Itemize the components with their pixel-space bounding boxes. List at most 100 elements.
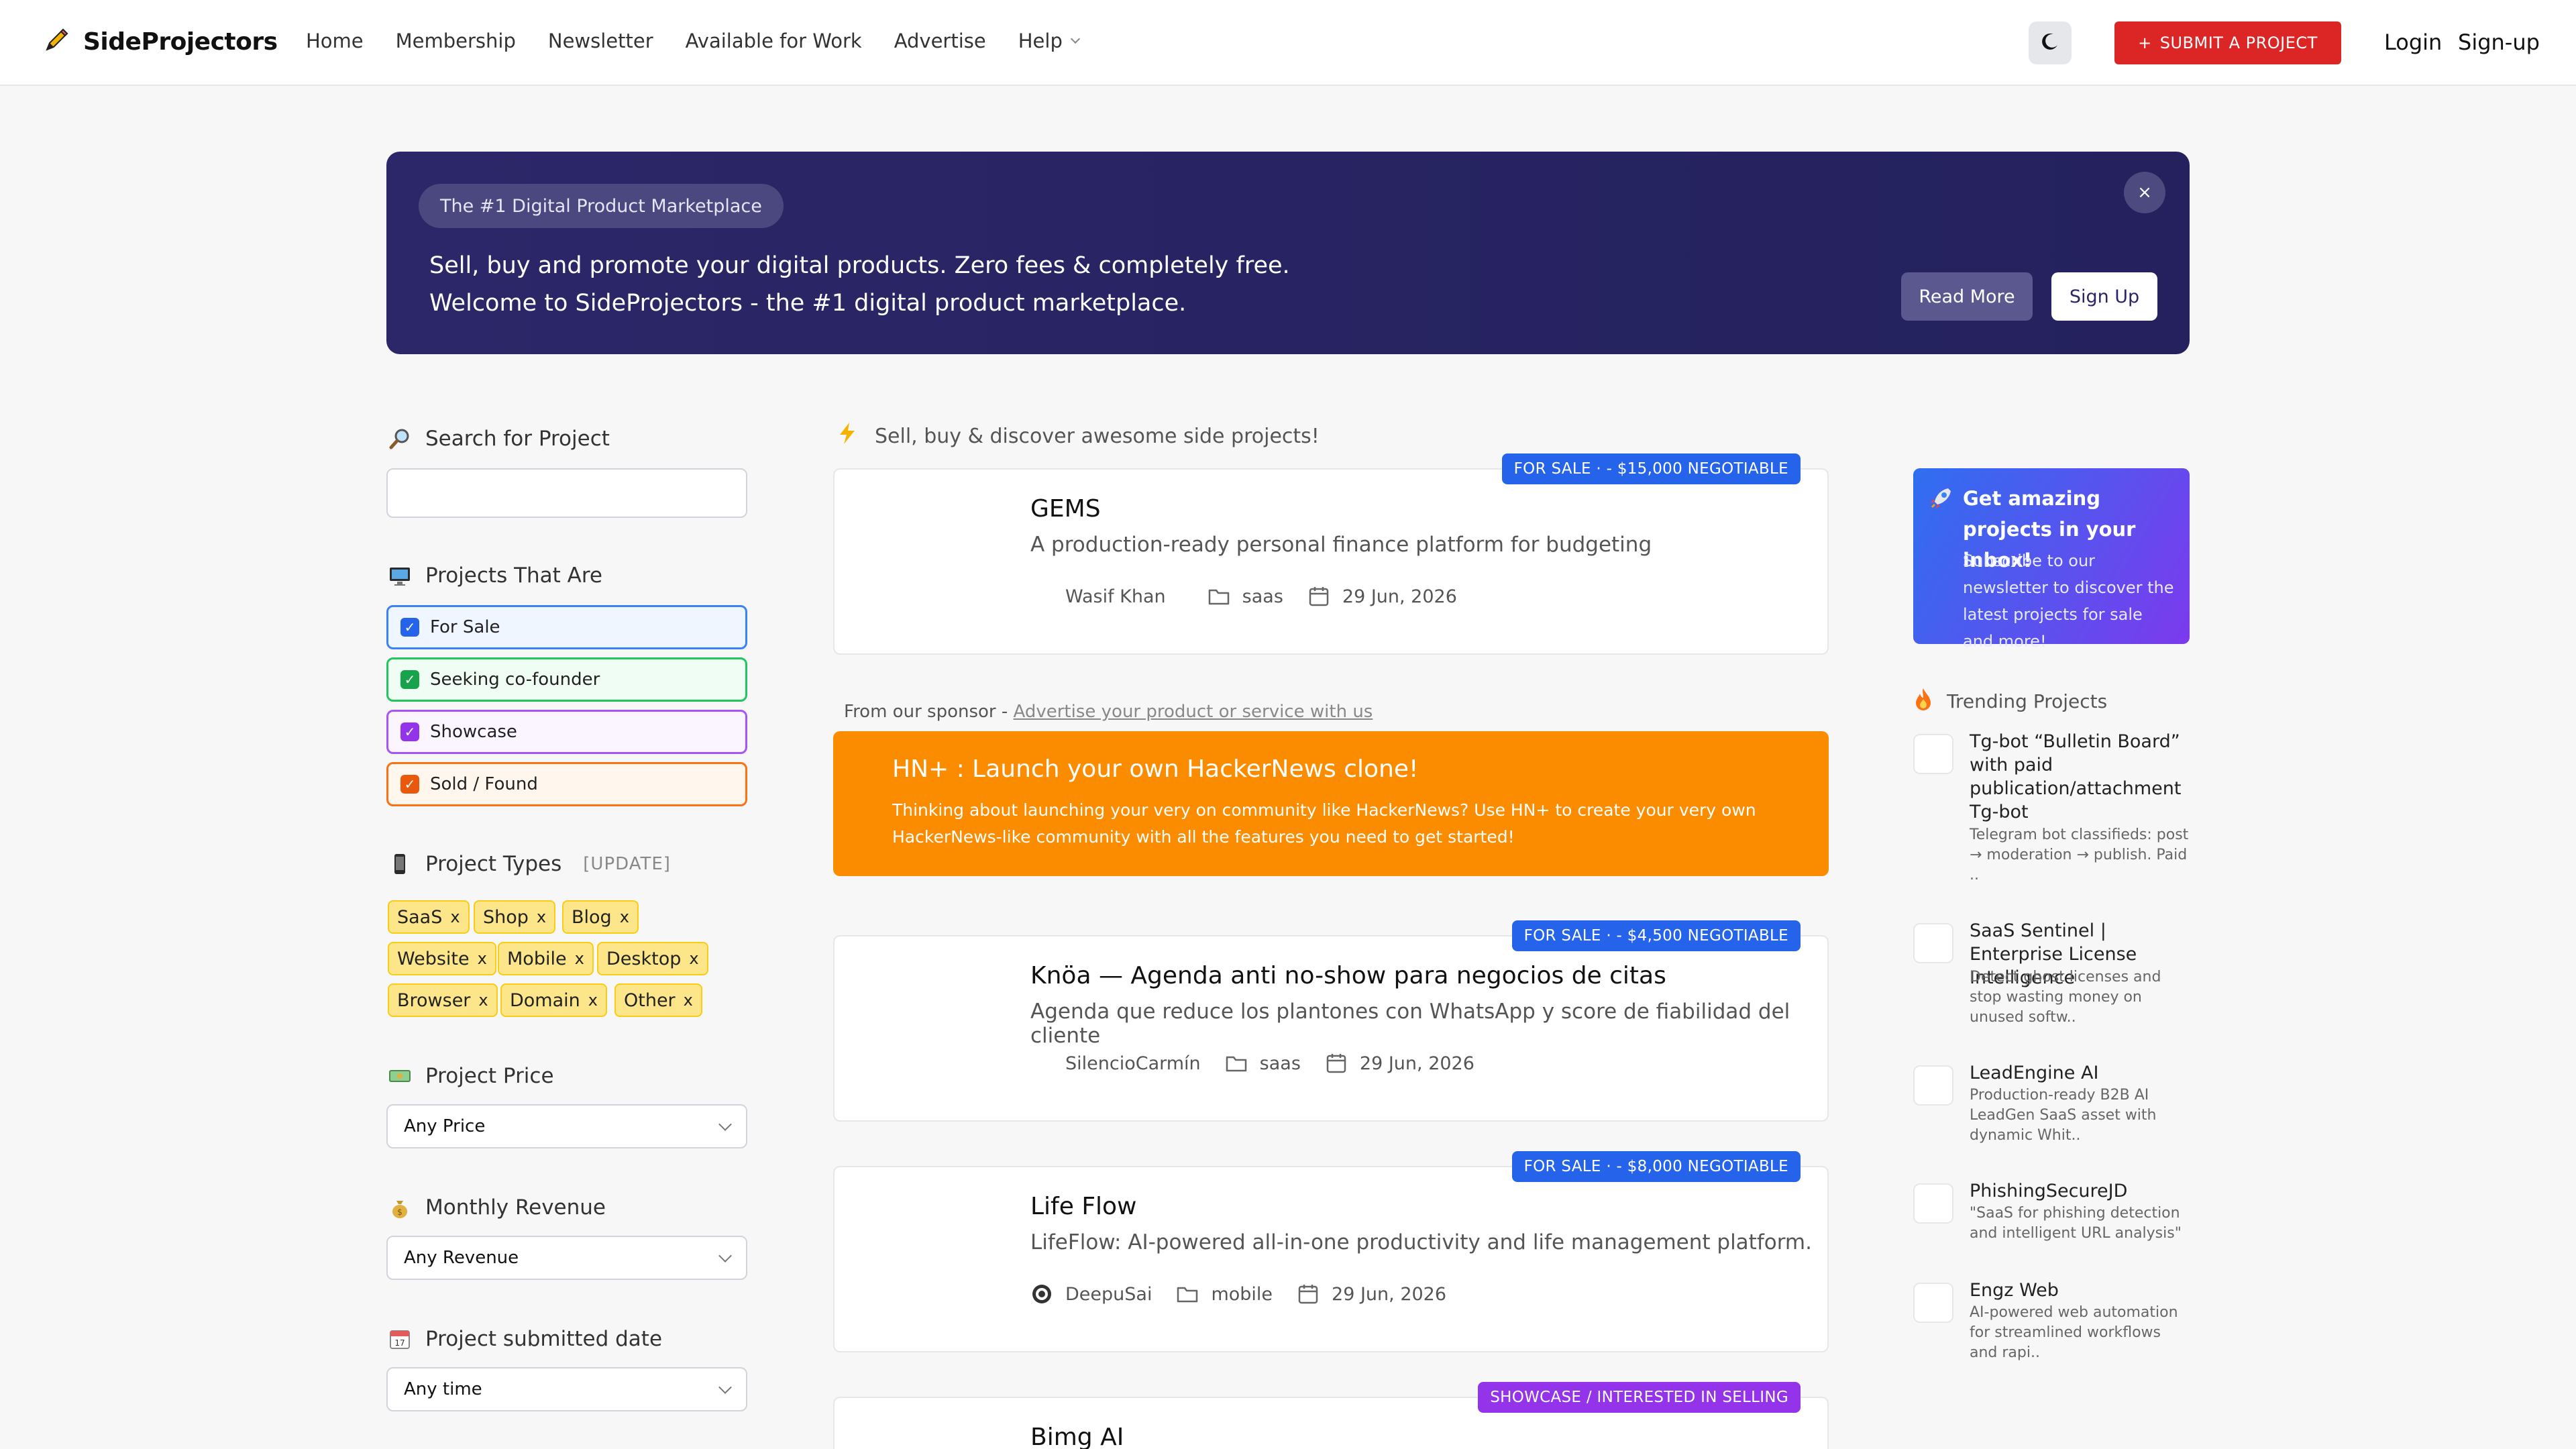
tag-saas[interactable]: SaaS x [388, 900, 470, 934]
project-title[interactable]: Life Flow [1030, 1193, 1137, 1220]
revenue-title-text: Monthly Revenue [425, 1195, 606, 1220]
tag-domain[interactable]: Domain x [500, 983, 607, 1017]
tag-label: Desktop [606, 948, 682, 969]
tag-browser[interactable]: Browser x [388, 983, 498, 1017]
tag-mobile[interactable]: Mobile x [498, 942, 594, 975]
project-title[interactable]: Bimg AI [1030, 1424, 1124, 1449]
project-category[interactable]: mobile [1211, 1284, 1273, 1305]
types-update-link[interactable]: [UPDATE] [583, 854, 671, 874]
status-section-title: Projects That Are [386, 562, 602, 589]
tag-website[interactable]: Website x [388, 942, 496, 975]
tag-label: SaaS [397, 906, 443, 928]
filter-seeking-cofounder[interactable]: ✓ Seeking co-founder [386, 657, 747, 702]
sponsor-title[interactable]: HN+ : Launch your own HackerNews clone! [892, 755, 1418, 783]
close-icon[interactable]: × [2124, 172, 2165, 213]
advertise-link[interactable]: Advertise your product or service with u… [1014, 702, 1373, 722]
trending-description: AI-powered web automation for streamline… [1970, 1304, 2178, 1361]
filter-showcase[interactable]: ✓ Showcase [386, 710, 747, 754]
hero-banner: The #1 Digital Product Marketplace Sell,… [386, 152, 2190, 354]
trending-name[interactable]: LeadEngine AI [1970, 1061, 2191, 1085]
project-category[interactable]: saas [1242, 586, 1283, 607]
tag-label: Website [397, 948, 470, 969]
trending-title: Trending Projects [1913, 687, 2107, 716]
project-author[interactable]: DeepuSai [1065, 1284, 1152, 1305]
status-badge: SHOWCASE / INTERESTED IN SELLING [1478, 1382, 1801, 1413]
project-date: 29 Jun, 2026 [1342, 586, 1457, 607]
read-more-button[interactable]: Read More [1901, 272, 2033, 321]
calendar-icon [1325, 1052, 1348, 1075]
submit-project-button[interactable]: + SUBMIT A PROJECT [2114, 21, 2341, 64]
project-card[interactable]: FOR SALE · - $4,500 NEGOTIABLE Knöa — Ag… [833, 920, 1829, 1122]
project-search-input[interactable] [386, 468, 747, 518]
tag-remove-icon[interactable]: x [478, 991, 488, 1010]
signup-link[interactable]: Sign-up [2458, 30, 2540, 55]
date-section-title: 17 Project submitted date [386, 1326, 662, 1352]
calendar-icon [1307, 585, 1330, 608]
price-select[interactable]: Any Price [386, 1104, 747, 1148]
project-title[interactable]: GEMS [1030, 495, 1101, 523]
filter-for-sale[interactable]: ✓ For Sale [386, 605, 747, 649]
tag-label: Domain [510, 989, 580, 1011]
rocket-icon [1928, 486, 1953, 514]
revenue-section-title: $ Monthly Revenue [386, 1194, 606, 1221]
tag-remove-icon[interactable]: x [684, 991, 693, 1010]
tag-remove-icon[interactable]: x [689, 949, 698, 968]
tag-blog[interactable]: Blog x [562, 900, 639, 934]
revenue-select-value: Any Revenue [404, 1248, 519, 1268]
project-author[interactable]: SilencioCarmín [1065, 1053, 1201, 1074]
tag-desktop[interactable]: Desktop x [597, 942, 708, 975]
newsletter-description: Subscribe to our newsletter to discover … [1963, 551, 2174, 651]
dark-mode-toggle[interactable] [2029, 21, 2072, 64]
avatar [1030, 1283, 1053, 1305]
brand-logo[interactable]: SideProjectors [42, 25, 278, 58]
project-title[interactable]: Knöa — Agenda anti no-show para negocios… [1030, 962, 1666, 989]
tag-shop[interactable]: Shop x [474, 900, 556, 934]
hero-pill: The #1 Digital Product Marketplace [419, 184, 784, 228]
chevron-down-icon [718, 1118, 732, 1131]
project-category[interactable]: saas [1260, 1053, 1301, 1074]
trending-description: Detect ghost licenses and stop wasting m… [1970, 969, 2161, 1026]
tag-remove-icon[interactable]: x [478, 949, 487, 968]
nav-newsletter[interactable]: Newsletter [548, 30, 653, 52]
project-date: 29 Jun, 2026 [1359, 1053, 1474, 1074]
nav-membership[interactable]: Membership [396, 30, 516, 52]
price-section-title: Project Price [386, 1063, 554, 1089]
avatar [1030, 1052, 1053, 1075]
tag-remove-icon[interactable]: x [575, 949, 584, 968]
trending-name[interactable]: Engz Web [1970, 1279, 2191, 1302]
trending-name[interactable]: PhishingSecureJD [1970, 1179, 2191, 1203]
types-section-title: Project Types [UPDATE] [386, 851, 671, 877]
newsletter-promo[interactable]: Get amazing projects in your inbox! Subs… [1913, 468, 2190, 651]
tag-remove-icon[interactable]: x [620, 908, 629, 926]
feed-title: Sell, buy & discover awesome side projec… [837, 421, 1320, 451]
trending-description: Production-ready B2B AI LeadGen SaaS ass… [1970, 1087, 2157, 1144]
tag-remove-icon[interactable]: x [450, 908, 460, 926]
types-title-text: Project Types [425, 852, 562, 876]
nav-help[interactable]: Help [1018, 30, 1080, 52]
login-link[interactable]: Login [2384, 30, 2442, 55]
trending-name[interactable]: Tg-bot “Bulletin Board” with paid public… [1970, 730, 2191, 824]
sponsor-label-text: From our sponsor - [844, 702, 1008, 722]
project-card[interactable]: SHOWCASE / INTERESTED IN SELLING Bimg AI [833, 1382, 1829, 1449]
hero-sign-up-button[interactable]: Sign Up [2051, 272, 2157, 321]
sponsor-card[interactable]: HN+ : Launch your own HackerNews clone! … [833, 731, 1829, 876]
lightning-icon [837, 421, 857, 451]
filter-sold-found[interactable]: ✓ Sold / Found [386, 762, 747, 806]
folder-icon [1208, 585, 1230, 608]
filter-label: Showcase [430, 722, 517, 742]
tag-remove-icon[interactable]: x [588, 991, 598, 1010]
project-card[interactable]: FOR SALE · - $15,000 NEGOTIABLE GEMS A p… [833, 453, 1829, 655]
nav-advertise[interactable]: Advertise [894, 30, 986, 52]
nav-available-for-work[interactable]: Available for Work [686, 30, 862, 52]
status-badge: FOR SALE · - $15,000 NEGOTIABLE [1501, 453, 1801, 484]
tag-label: Browser [397, 989, 471, 1011]
project-author[interactable]: Wasif Khan [1065, 586, 1166, 607]
project-card[interactable]: FOR SALE · - $8,000 NEGOTIABLE Life Flow… [833, 1151, 1829, 1352]
filter-label: Seeking co-founder [430, 669, 600, 690]
date-select[interactable]: Any time [386, 1367, 747, 1411]
tag-remove-icon[interactable]: x [537, 908, 546, 926]
revenue-select[interactable]: Any Revenue [386, 1236, 747, 1280]
nav-home[interactable]: Home [306, 30, 364, 52]
tag-other[interactable]: Other x [614, 983, 702, 1017]
status-badge: FOR SALE · - $4,500 NEGOTIABLE [1511, 920, 1801, 951]
